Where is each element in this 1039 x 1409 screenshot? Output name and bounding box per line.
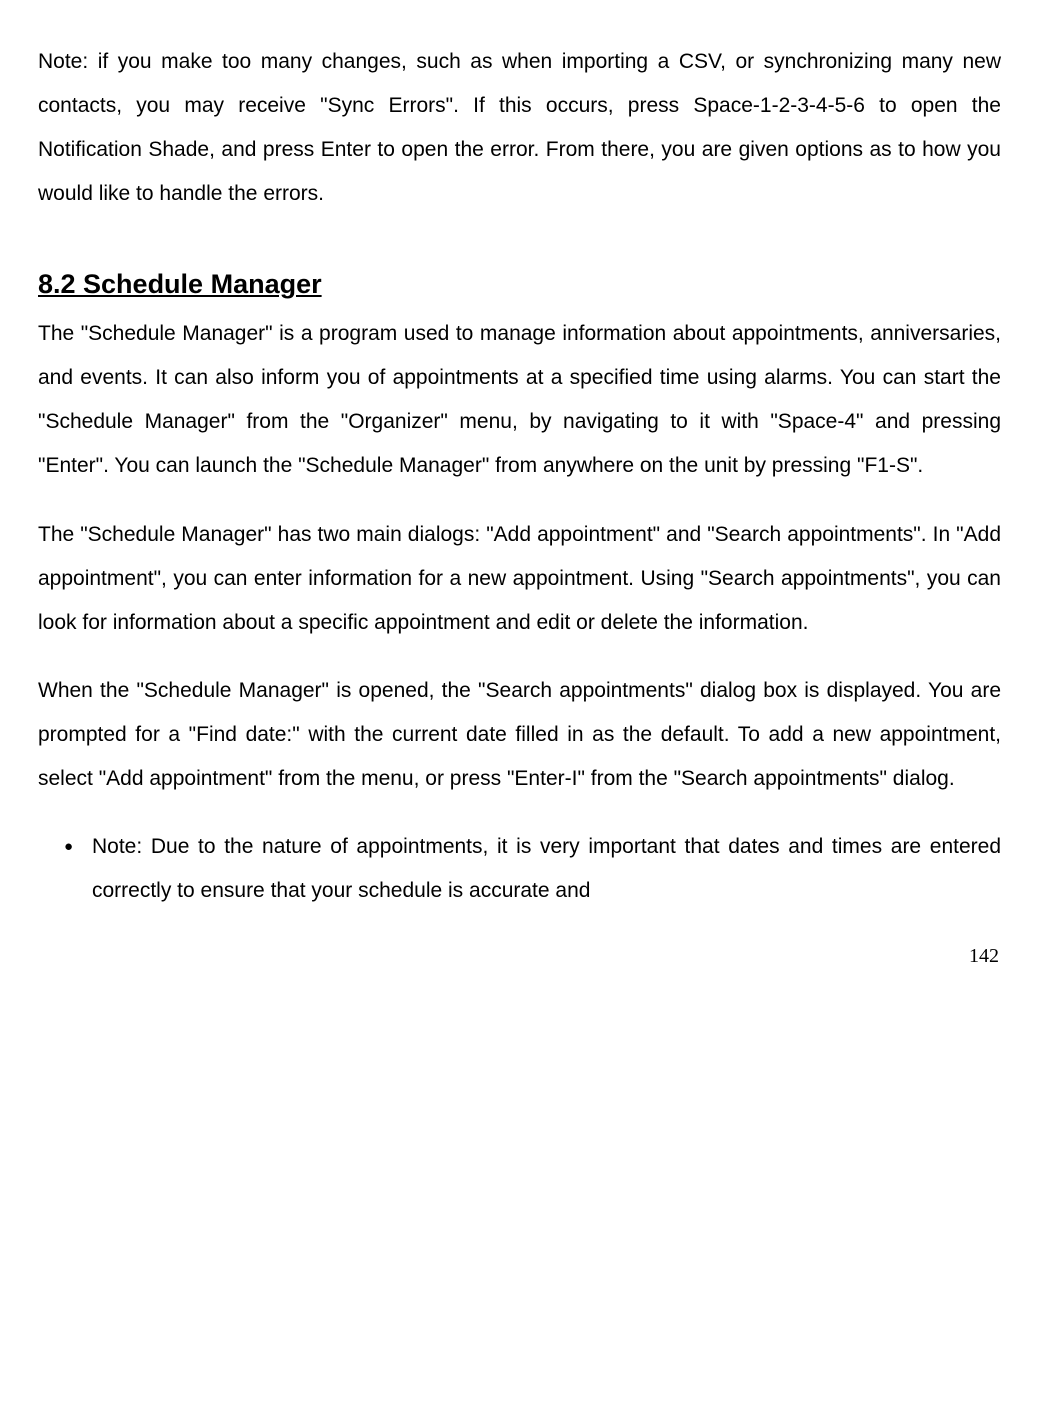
body-paragraph-2: The "Schedule Manager" has two main dial…: [38, 513, 1001, 645]
section-heading-8-2: 8.2 Schedule Manager: [38, 266, 1001, 304]
body-paragraph-3: When the "Schedule Manager" is opened, t…: [38, 669, 1001, 801]
bullet-list: Note: Due to the nature of appointments,…: [38, 825, 1001, 913]
note-paragraph-1: Note: if you make too many changes, such…: [38, 40, 1001, 216]
bullet-item-1: Note: Due to the nature of appointments,…: [92, 825, 1001, 913]
page-number: 142: [38, 935, 1001, 977]
body-paragraph-1: The "Schedule Manager" is a program used…: [38, 312, 1001, 488]
